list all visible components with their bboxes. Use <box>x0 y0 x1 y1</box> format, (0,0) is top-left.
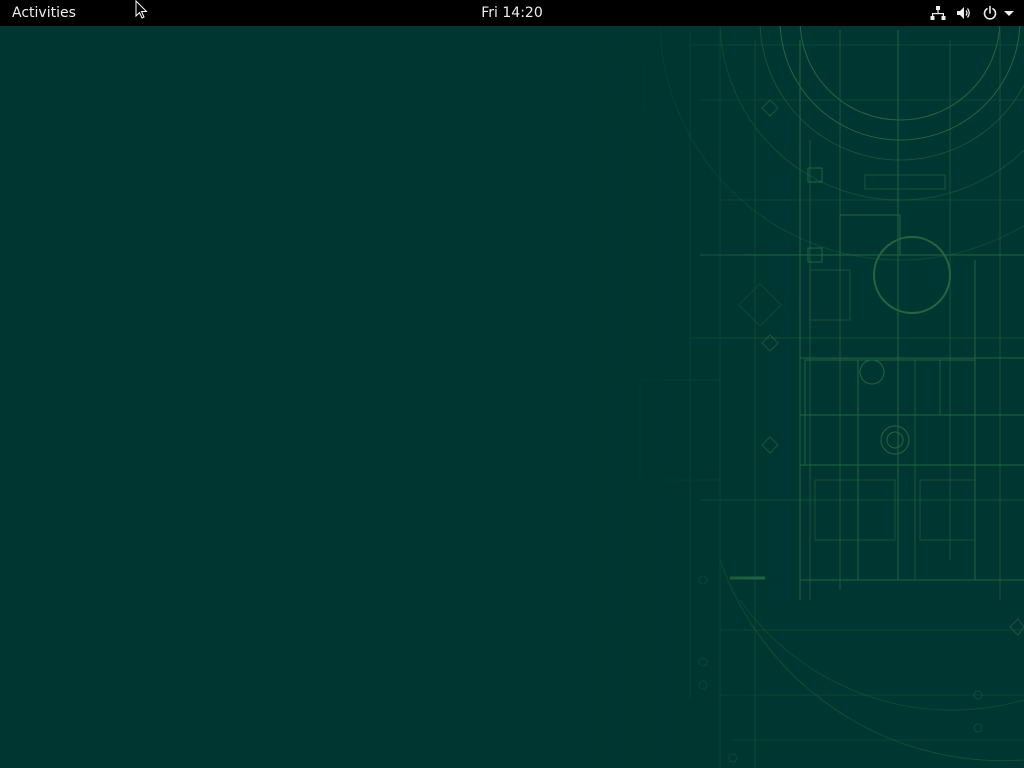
mouse-pointer-icon <box>135 0 148 19</box>
system-tray[interactable] <box>920 0 1014 26</box>
network-wired-icon[interactable] <box>930 0 946 26</box>
chevron-down-icon[interactable] <box>1004 0 1014 26</box>
clock-button[interactable]: Fri 14:20 <box>481 5 542 21</box>
desktop[interactable]: Activities Fri 14:20 <box>0 0 1024 768</box>
top-bar: Activities Fri 14:20 <box>0 0 1024 26</box>
activities-button[interactable]: Activities <box>12 4 76 22</box>
volume-icon[interactable] <box>956 0 972 26</box>
clock-container: Fri 14:20 <box>0 4 1024 22</box>
power-icon[interactable] <box>982 0 998 26</box>
wallpaper-blueprint <box>0 0 1024 768</box>
